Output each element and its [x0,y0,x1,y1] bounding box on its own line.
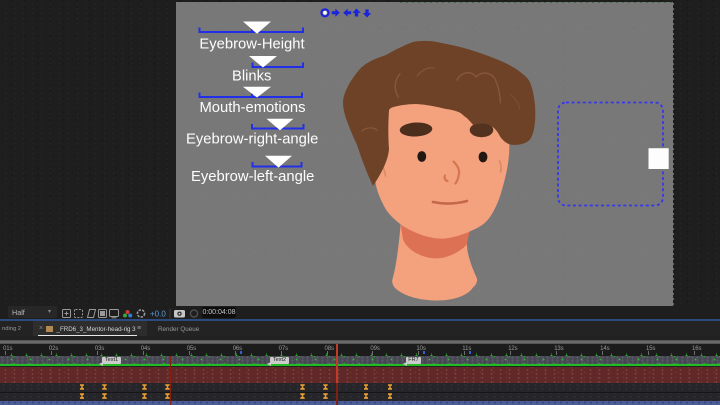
svg-text:Eyebrow-Height: Eyebrow-Height [199,36,304,52]
svg-text:Eyebrow-left-angle: Eyebrow-left-angle [191,169,314,185]
svg-text:Blinks: Blinks [232,69,271,85]
svg-text:Mouth-emotions: Mouth-emotions [199,100,305,116]
svg-text:+0.0: +0.0 [150,309,166,318]
svg-text:Eyebrow-right-angle: Eyebrow-right-angle [186,132,318,148]
